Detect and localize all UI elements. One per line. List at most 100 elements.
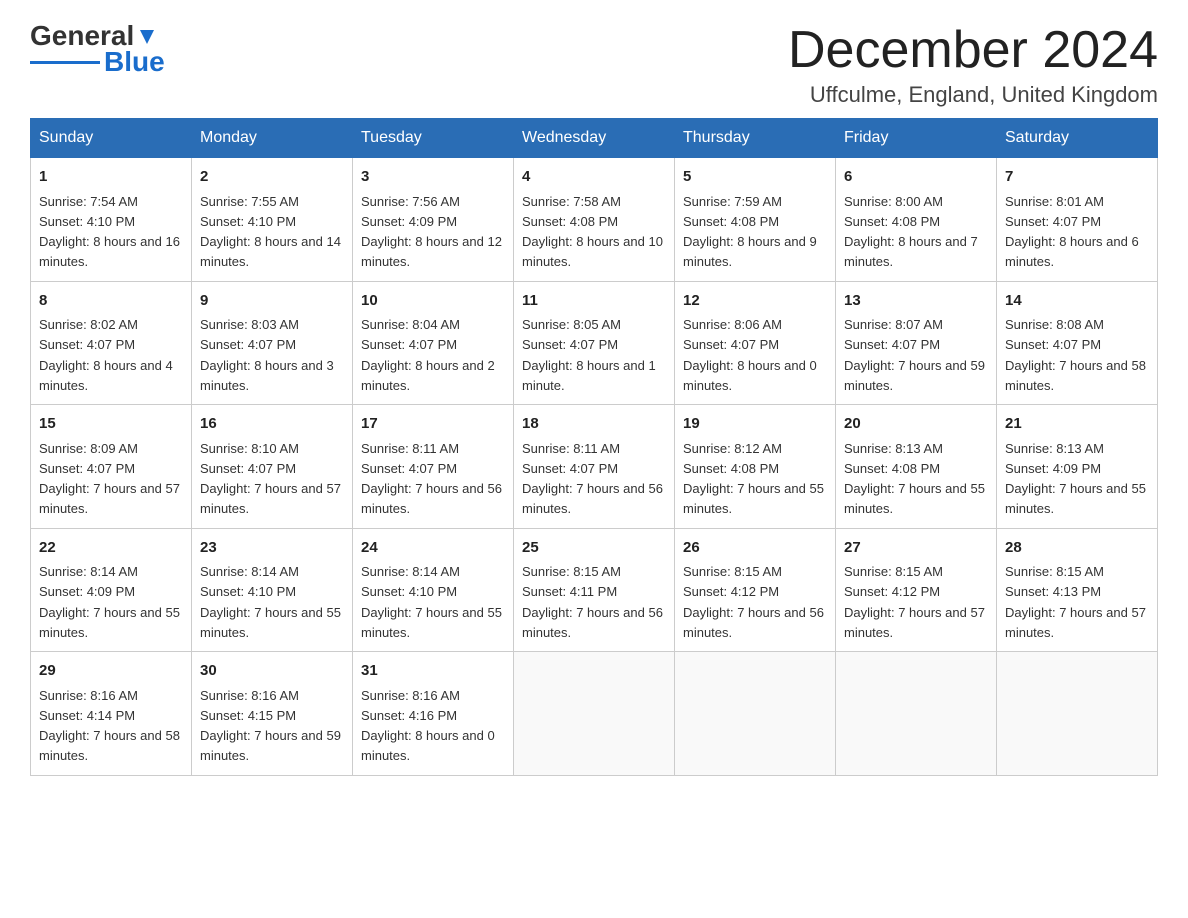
calendar-cell: 23 Sunrise: 8:14 AMSunset: 4:10 PMDaylig… xyxy=(192,528,353,652)
calendar-week-row: 8 Sunrise: 8:02 AMSunset: 4:07 PMDayligh… xyxy=(31,281,1158,405)
calendar-cell xyxy=(675,652,836,776)
day-number: 7 xyxy=(1005,166,1149,189)
day-info: Sunrise: 8:14 AMSunset: 4:10 PMDaylight:… xyxy=(200,564,341,640)
day-info: Sunrise: 8:13 AMSunset: 4:09 PMDaylight:… xyxy=(1005,441,1146,517)
day-info: Sunrise: 8:15 AMSunset: 4:12 PMDaylight:… xyxy=(844,564,985,640)
month-title: December 2024 xyxy=(788,20,1158,80)
day-info: Sunrise: 7:58 AMSunset: 4:08 PMDaylight:… xyxy=(522,194,663,270)
calendar-cell: 3 Sunrise: 7:56 AMSunset: 4:09 PMDayligh… xyxy=(353,158,514,282)
day-info: Sunrise: 8:15 AMSunset: 4:12 PMDaylight:… xyxy=(683,564,824,640)
day-number: 19 xyxy=(683,413,827,436)
logo: General Blue xyxy=(30,20,165,76)
calendar-cell: 29 Sunrise: 8:16 AMSunset: 4:14 PMDaylig… xyxy=(31,652,192,776)
calendar-cell: 6 Sunrise: 8:00 AMSunset: 4:08 PMDayligh… xyxy=(836,158,997,282)
header-monday: Monday xyxy=(192,119,353,158)
calendar-cell: 14 Sunrise: 8:08 AMSunset: 4:07 PMDaylig… xyxy=(997,281,1158,405)
logo-blue: Blue xyxy=(104,48,165,76)
calendar-week-row: 22 Sunrise: 8:14 AMSunset: 4:09 PMDaylig… xyxy=(31,528,1158,652)
logo-triangle-icon xyxy=(136,26,158,48)
day-info: Sunrise: 8:06 AMSunset: 4:07 PMDaylight:… xyxy=(683,317,817,393)
calendar-cell: 31 Sunrise: 8:16 AMSunset: 4:16 PMDaylig… xyxy=(353,652,514,776)
day-number: 22 xyxy=(39,537,183,560)
calendar-week-row: 15 Sunrise: 8:09 AMSunset: 4:07 PMDaylig… xyxy=(31,405,1158,529)
day-info: Sunrise: 8:16 AMSunset: 4:16 PMDaylight:… xyxy=(361,688,495,764)
location: Uffculme, England, United Kingdom xyxy=(788,82,1158,108)
day-number: 3 xyxy=(361,166,505,189)
day-info: Sunrise: 8:07 AMSunset: 4:07 PMDaylight:… xyxy=(844,317,985,393)
day-number: 26 xyxy=(683,537,827,560)
day-number: 2 xyxy=(200,166,344,189)
calendar-cell: 18 Sunrise: 8:11 AMSunset: 4:07 PMDaylig… xyxy=(514,405,675,529)
calendar-cell xyxy=(836,652,997,776)
calendar-cell: 12 Sunrise: 8:06 AMSunset: 4:07 PMDaylig… xyxy=(675,281,836,405)
calendar-week-row: 1 Sunrise: 7:54 AMSunset: 4:10 PMDayligh… xyxy=(31,158,1158,282)
day-number: 10 xyxy=(361,290,505,313)
day-info: Sunrise: 8:13 AMSunset: 4:08 PMDaylight:… xyxy=(844,441,985,517)
day-number: 18 xyxy=(522,413,666,436)
day-info: Sunrise: 8:14 AMSunset: 4:10 PMDaylight:… xyxy=(361,564,502,640)
calendar-cell: 21 Sunrise: 8:13 AMSunset: 4:09 PMDaylig… xyxy=(997,405,1158,529)
day-number: 24 xyxy=(361,537,505,560)
day-info: Sunrise: 8:16 AMSunset: 4:15 PMDaylight:… xyxy=(200,688,341,764)
day-number: 21 xyxy=(1005,413,1149,436)
calendar-cell: 28 Sunrise: 8:15 AMSunset: 4:13 PMDaylig… xyxy=(997,528,1158,652)
calendar-cell: 20 Sunrise: 8:13 AMSunset: 4:08 PMDaylig… xyxy=(836,405,997,529)
day-info: Sunrise: 8:11 AMSunset: 4:07 PMDaylight:… xyxy=(361,441,502,517)
title-block: December 2024 Uffculme, England, United … xyxy=(788,20,1158,108)
day-info: Sunrise: 8:12 AMSunset: 4:08 PMDaylight:… xyxy=(683,441,824,517)
day-number: 27 xyxy=(844,537,988,560)
day-info: Sunrise: 8:05 AMSunset: 4:07 PMDaylight:… xyxy=(522,317,656,393)
day-number: 31 xyxy=(361,660,505,683)
day-number: 29 xyxy=(39,660,183,683)
calendar-cell: 22 Sunrise: 8:14 AMSunset: 4:09 PMDaylig… xyxy=(31,528,192,652)
calendar-cell: 10 Sunrise: 8:04 AMSunset: 4:07 PMDaylig… xyxy=(353,281,514,405)
day-info: Sunrise: 8:15 AMSunset: 4:13 PMDaylight:… xyxy=(1005,564,1146,640)
calendar-cell: 9 Sunrise: 8:03 AMSunset: 4:07 PMDayligh… xyxy=(192,281,353,405)
calendar-table: SundayMondayTuesdayWednesdayThursdayFrid… xyxy=(30,118,1158,776)
day-number: 11 xyxy=(522,290,666,313)
day-number: 4 xyxy=(522,166,666,189)
logo-text-block: General Blue xyxy=(30,20,165,76)
header-sunday: Sunday xyxy=(31,119,192,158)
calendar-cell: 26 Sunrise: 8:15 AMSunset: 4:12 PMDaylig… xyxy=(675,528,836,652)
day-info: Sunrise: 8:02 AMSunset: 4:07 PMDaylight:… xyxy=(39,317,173,393)
header-saturday: Saturday xyxy=(997,119,1158,158)
header-friday: Friday xyxy=(836,119,997,158)
day-info: Sunrise: 7:59 AMSunset: 4:08 PMDaylight:… xyxy=(683,194,817,270)
calendar-cell: 2 Sunrise: 7:55 AMSunset: 4:10 PMDayligh… xyxy=(192,158,353,282)
calendar-cell: 24 Sunrise: 8:14 AMSunset: 4:10 PMDaylig… xyxy=(353,528,514,652)
header-tuesday: Tuesday xyxy=(353,119,514,158)
day-info: Sunrise: 8:04 AMSunset: 4:07 PMDaylight:… xyxy=(361,317,495,393)
day-info: Sunrise: 8:15 AMSunset: 4:11 PMDaylight:… xyxy=(522,564,663,640)
header-thursday: Thursday xyxy=(675,119,836,158)
day-number: 12 xyxy=(683,290,827,313)
day-number: 16 xyxy=(200,413,344,436)
day-info: Sunrise: 7:54 AMSunset: 4:10 PMDaylight:… xyxy=(39,194,180,270)
calendar-cell: 1 Sunrise: 7:54 AMSunset: 4:10 PMDayligh… xyxy=(31,158,192,282)
day-number: 9 xyxy=(200,290,344,313)
calendar-cell: 16 Sunrise: 8:10 AMSunset: 4:07 PMDaylig… xyxy=(192,405,353,529)
calendar-header-row: SundayMondayTuesdayWednesdayThursdayFrid… xyxy=(31,119,1158,158)
day-number: 13 xyxy=(844,290,988,313)
calendar-cell: 15 Sunrise: 8:09 AMSunset: 4:07 PMDaylig… xyxy=(31,405,192,529)
calendar-week-row: 29 Sunrise: 8:16 AMSunset: 4:14 PMDaylig… xyxy=(31,652,1158,776)
calendar-cell: 25 Sunrise: 8:15 AMSunset: 4:11 PMDaylig… xyxy=(514,528,675,652)
page-header: General Blue December 2024 Uffculme, Eng… xyxy=(30,20,1158,108)
calendar-cell: 11 Sunrise: 8:05 AMSunset: 4:07 PMDaylig… xyxy=(514,281,675,405)
day-number: 6 xyxy=(844,166,988,189)
day-number: 20 xyxy=(844,413,988,436)
calendar-cell: 13 Sunrise: 8:07 AMSunset: 4:07 PMDaylig… xyxy=(836,281,997,405)
day-number: 14 xyxy=(1005,290,1149,313)
calendar-cell: 8 Sunrise: 8:02 AMSunset: 4:07 PMDayligh… xyxy=(31,281,192,405)
calendar-cell: 4 Sunrise: 7:58 AMSunset: 4:08 PMDayligh… xyxy=(514,158,675,282)
day-info: Sunrise: 8:11 AMSunset: 4:07 PMDaylight:… xyxy=(522,441,663,517)
day-info: Sunrise: 7:56 AMSunset: 4:09 PMDaylight:… xyxy=(361,194,502,270)
calendar-cell: 17 Sunrise: 8:11 AMSunset: 4:07 PMDaylig… xyxy=(353,405,514,529)
day-number: 23 xyxy=(200,537,344,560)
day-number: 30 xyxy=(200,660,344,683)
calendar-cell: 19 Sunrise: 8:12 AMSunset: 4:08 PMDaylig… xyxy=(675,405,836,529)
day-number: 5 xyxy=(683,166,827,189)
day-info: Sunrise: 8:14 AMSunset: 4:09 PMDaylight:… xyxy=(39,564,180,640)
calendar-cell: 30 Sunrise: 8:16 AMSunset: 4:15 PMDaylig… xyxy=(192,652,353,776)
day-number: 28 xyxy=(1005,537,1149,560)
